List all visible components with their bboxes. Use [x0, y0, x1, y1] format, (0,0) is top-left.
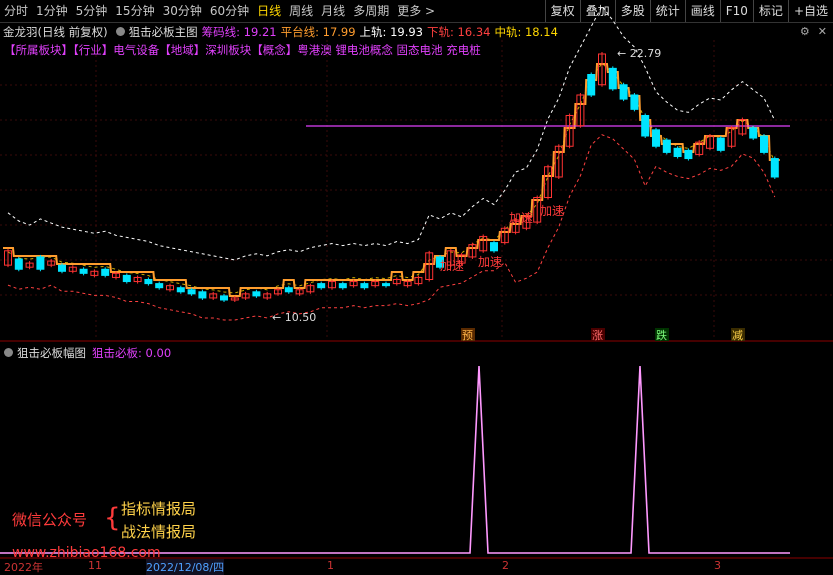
band-lower-line [7, 134, 776, 321]
watermark-line2: 战法情报局 [121, 523, 197, 541]
signal-label: 预 [462, 329, 473, 342]
signal-label: 涨 [592, 329, 603, 342]
band-mid-line [7, 62, 776, 294]
candle-body [144, 279, 153, 285]
candle-body [749, 127, 758, 139]
candle-body [760, 135, 768, 153]
candle-body [652, 129, 660, 147]
candle-body [619, 84, 628, 100]
x-label-3: 1 [327, 559, 334, 572]
signal-label: 减 [732, 329, 743, 342]
x-label-5: 3 [714, 559, 721, 572]
candle-body [36, 256, 45, 270]
candle-body [490, 242, 498, 252]
watermark-line1: 指标情报局 [121, 500, 197, 518]
candle-body [14, 258, 23, 270]
price-chart: ← 22.79← 10.50加速 加速加速加速预涨跌减 [0, 5, 833, 559]
x-label-1: 11 [88, 559, 102, 572]
candle-body [155, 283, 164, 289]
candle-body [317, 283, 326, 289]
accel-label: 加速 [509, 211, 533, 225]
candle-body [79, 268, 88, 274]
x-label-4: 2 [502, 559, 509, 572]
candle-body [198, 291, 207, 299]
candle-body [716, 137, 725, 151]
candle-body [122, 274, 131, 283]
candle-body [284, 287, 293, 293]
x-axis: 2022年 11 2022/12/08/四 1 2 3 [0, 559, 833, 575]
candle-body [187, 289, 196, 295]
high-price-label: ← 22.79 [617, 47, 661, 60]
candle-body [641, 115, 650, 137]
candle-body [608, 67, 617, 90]
signal-label: 跌 [656, 328, 667, 342]
candle-body [58, 264, 66, 272]
candle-body [101, 268, 110, 276]
watermark-wechat: 微信公众号 [12, 511, 88, 529]
candle-body [360, 283, 369, 289]
candle-body [220, 295, 228, 301]
candle-body [587, 74, 596, 96]
accel-label: 加速 [478, 255, 502, 269]
candle-body [630, 94, 639, 110]
brace-glyph: { [104, 503, 121, 533]
candle-body [382, 283, 390, 287]
accel-label: 加速 [540, 204, 564, 218]
low-price-label: ← 10.50 [272, 311, 316, 324]
candle-body [252, 291, 261, 297]
candle-body [176, 287, 185, 293]
candle-body [338, 283, 347, 289]
candle-body [662, 139, 671, 153]
candle-body [673, 147, 682, 158]
accel-label: 加速 [440, 259, 464, 273]
candle-body [770, 158, 779, 178]
candle-body [684, 149, 693, 160]
